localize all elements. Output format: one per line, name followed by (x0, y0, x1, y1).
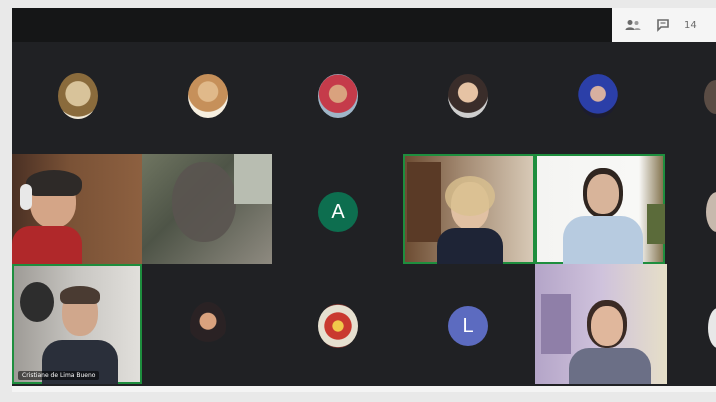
participant-avatar[interactable] (448, 74, 488, 118)
participant-video-tile[interactable] (142, 154, 272, 264)
participant-avatar[interactable] (190, 302, 226, 350)
participant-avatar[interactable] (318, 304, 358, 348)
participant-letter-avatar[interactable]: L (448, 306, 488, 346)
participant-video-tile[interactable] (12, 154, 142, 264)
avatar-letter: A (331, 200, 345, 223)
participant-avatar[interactable] (58, 73, 98, 119)
meeting-toolbar: 14 (612, 8, 716, 42)
participant-avatar[interactable] (706, 192, 716, 232)
participant-avatar[interactable] (704, 80, 716, 114)
participant-video-tile[interactable]: Cristiane de Lima Bueno (12, 264, 142, 384)
people-icon[interactable] (624, 16, 642, 34)
participant-video-tile[interactable] (403, 154, 535, 264)
top-bar: 14 (12, 8, 716, 42)
participant-video-tile[interactable] (535, 264, 667, 384)
meeting-grid: 14 A Cristiane de Lima Bueno L (12, 8, 716, 386)
participant-avatar[interactable] (578, 74, 618, 118)
participant-letter-avatar[interactable]: A (318, 192, 358, 232)
participant-avatar[interactable] (188, 74, 228, 118)
participant-avatar[interactable] (708, 308, 716, 348)
people-count: 14 (684, 19, 697, 31)
chat-icon[interactable] (654, 16, 672, 34)
participant-avatar[interactable] (318, 74, 358, 118)
participant-video-tile[interactable] (535, 154, 665, 264)
participant-name-tag: Cristiane de Lima Bueno (18, 371, 100, 380)
avatar-letter: L (462, 314, 474, 337)
window-bottom-edge (12, 386, 716, 392)
